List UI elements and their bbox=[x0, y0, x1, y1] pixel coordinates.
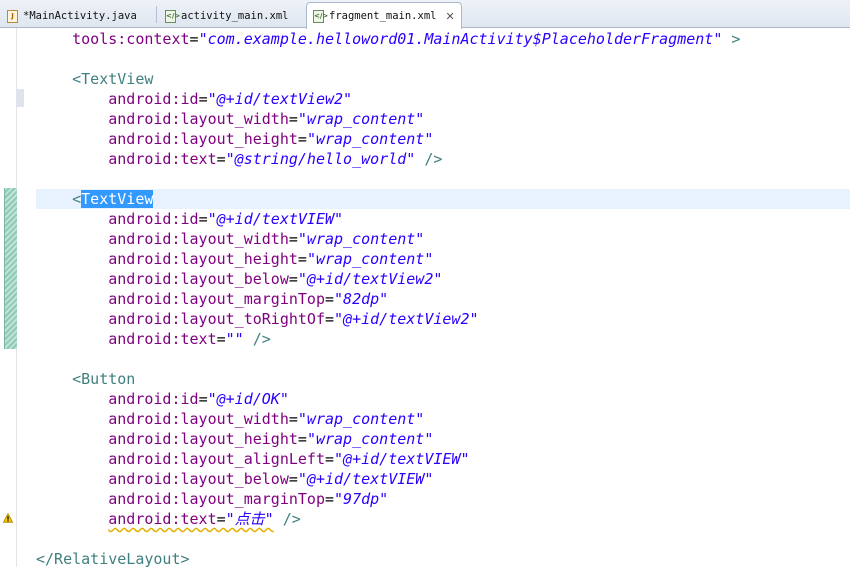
code-line-15: android:layout_toRightOf="@+id/textView2… bbox=[108, 310, 479, 328]
code-line-22: android:layout_alignLeft="@+id/textVIEW" bbox=[108, 450, 470, 468]
tab-label: *MainActivity.java bbox=[23, 10, 137, 22]
code-line-21: android:layout_height="wrap_content" bbox=[108, 430, 434, 448]
code-line-7: android:text="@string/hello_world" /> bbox=[108, 150, 443, 168]
code-line-1: tools:context="com.example.helloword01.M… bbox=[72, 30, 741, 48]
code-line-18: <Button bbox=[72, 370, 136, 388]
warning-icon[interactable] bbox=[3, 513, 13, 523]
tab-main-activity-java[interactable]: J *MainActivity.java bbox=[0, 3, 144, 28]
code-line-4: android:id="@+id/textView2" bbox=[108, 90, 353, 108]
close-icon[interactable]: ✕ bbox=[445, 11, 454, 22]
code-line-3: <TextView bbox=[72, 70, 154, 88]
marker-highlight bbox=[16, 89, 24, 107]
code-line-27: </RelativeLayout> bbox=[36, 550, 190, 567]
quick-diff-change-bar[interactable] bbox=[4, 188, 17, 349]
code-line-25-warning: android:text="点击" /> bbox=[108, 510, 301, 528]
code-line-5: android:layout_width="wrap_content" bbox=[108, 110, 425, 128]
code-line-11: android:layout_width="wrap_content" bbox=[108, 230, 425, 248]
editor-tab-bar: J *MainActivity.java </> activity_main.x… bbox=[0, 0, 850, 29]
xml-file-icon: </> bbox=[313, 9, 328, 23]
code-line-16: android:text="" /> bbox=[108, 330, 271, 348]
java-file-icon: J bbox=[7, 9, 18, 23]
code-line-24: android:layout_marginTop="97dp" bbox=[108, 490, 389, 508]
code-line-14: android:layout_marginTop="82dp" bbox=[108, 290, 389, 308]
tab-fragment-main-xml[interactable]: </> fragment_main.xml ✕ bbox=[306, 2, 462, 29]
code-line-23: android:layout_below="@+id/textVIEW" bbox=[108, 470, 434, 488]
xml-file-icon: </> bbox=[165, 9, 180, 23]
code-line-13: android:layout_below="@+id/textView2" bbox=[108, 270, 443, 288]
code-line-9-current: <TextView bbox=[36, 189, 850, 209]
tab-separator bbox=[156, 6, 157, 23]
hardcoded-text-warning: android:text="点击" bbox=[108, 510, 274, 528]
code-line-19: android:id="@+id/OK" bbox=[108, 390, 289, 408]
tab-label: fragment_main.xml bbox=[329, 10, 437, 22]
tab-label: activity_main.xml bbox=[181, 10, 289, 22]
xml-editor[interactable]: tools:context="com.example.helloword01.M… bbox=[0, 28, 850, 567]
code-line-6: android:layout_height="wrap_content" bbox=[108, 130, 434, 148]
text-selection[interactable]: TextView bbox=[81, 190, 154, 208]
tab-activity-main-xml[interactable]: </> activity_main.xml bbox=[158, 3, 295, 28]
code-line-12: android:layout_height="wrap_content" bbox=[108, 250, 434, 268]
code-line-20: android:layout_width="wrap_content" bbox=[108, 410, 425, 428]
code-line-10: android:id="@+id/textVIEW" bbox=[108, 210, 344, 228]
